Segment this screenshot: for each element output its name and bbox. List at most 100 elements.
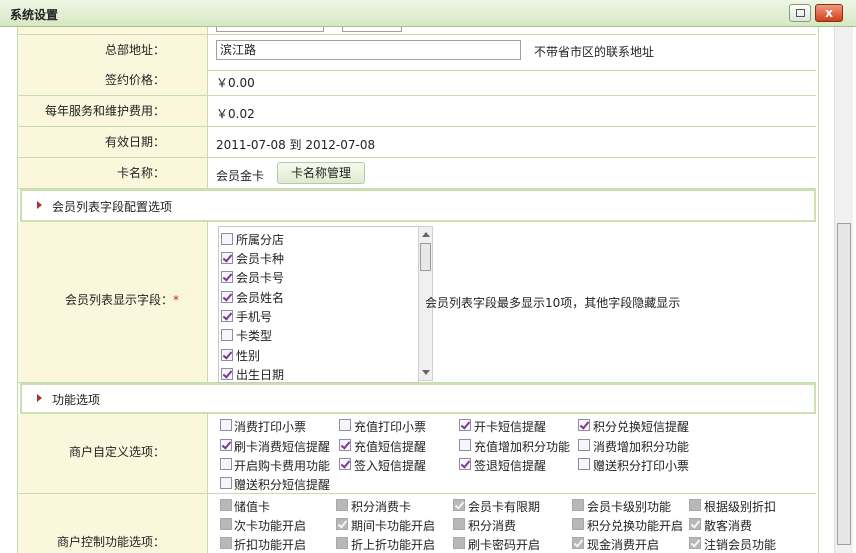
member-fields-row: 会员列表显示字段：* 所属分店 会员卡种 会员卡号 会员姓名 手机号 卡类型 性… [18,222,816,383]
option-checkbox-9[interactable] [339,458,351,470]
address-input[interactable]: 滨江路 [216,40,521,60]
control-checkbox-3[interactable] [572,499,584,511]
valid-date-label: 有效日期： [18,127,208,157]
expand-arrow-icon [37,394,42,402]
section-functions[interactable]: 功能选项 [20,383,816,414]
fee-row: 每年服务和维护费用： ￥0.02 [18,96,816,127]
control-label-14: 注销会员功能 [704,538,777,552]
control-checkbox-10[interactable] [220,537,232,549]
card-name-value: 会员金卡 [216,169,265,183]
partial-select-1[interactable] [216,27,324,32]
field-checkbox-1[interactable] [221,252,233,264]
fee-value: ￥0.02 [216,107,255,121]
control-checkbox-9[interactable] [689,518,701,530]
option-label-3: 积分兑换短信提醒 [593,420,690,434]
option-checkbox-11[interactable] [578,458,590,470]
control-checkbox-4[interactable] [689,499,701,511]
field-checkbox-7[interactable] [221,368,233,380]
option-checkbox-3[interactable] [578,419,590,431]
option-checkbox-7[interactable] [578,439,590,451]
page-scroll-thumb[interactable] [837,223,851,545]
option-label-2: 开卡短信提醒 [474,420,547,434]
control-checkbox-5[interactable] [220,518,232,530]
control-label-12: 刷卡密码开启 [468,538,541,552]
field-label-1: 会员卡种 [236,252,285,266]
member-fields-label-cell: 会员列表显示字段：* [18,222,208,382]
window-title: 系统设置 [10,8,59,22]
control-label-11: 折上折功能开启 [351,538,436,552]
merchant-options-label: 商户自定义选项： [18,414,208,493]
price-row: 签约价格： ￥0.00 [18,65,816,96]
option-checkbox-1[interactable] [339,419,351,431]
field-checkbox-0[interactable] [221,233,233,245]
control-checkbox-2[interactable] [453,499,465,511]
fee-label: 每年服务和维护费用： [18,96,208,126]
scroll-down-icon[interactable] [422,370,430,375]
control-label-1: 积分消费卡 [351,500,412,514]
option-label-10: 签退短信提醒 [474,459,547,473]
control-label-4: 根据级别折扣 [704,500,777,514]
option-label-11: 赠送积分打印小票 [593,459,690,473]
option-checkbox-4[interactable] [220,439,232,451]
control-label-5: 次卡功能开启 [234,519,307,533]
member-fields-listbox[interactable]: 所属分店 会员卡种 会员卡号 会员姓名 手机号 卡类型 性别 出生日期 [218,226,419,383]
option-label-8: 开启购卡费用功能 [234,459,331,473]
control-checkbox-14[interactable] [689,537,701,549]
option-checkbox-0[interactable] [220,419,232,431]
member-fields-note: 会员列表字段最多显示10项，其他字段隐藏显示 [425,296,681,310]
control-checkbox-12[interactable] [453,537,465,549]
control-label-2: 会员卡有限期 [468,500,541,514]
restore-icon[interactable] [789,4,811,22]
page-scrollbar[interactable] [834,27,853,553]
control-label-0: 储值卡 [234,500,271,514]
option-label-4: 刷卡消费短信提醒 [234,440,331,454]
section-functions-title: 功能选项 [52,393,101,407]
control-checkbox-6[interactable] [336,518,348,530]
control-label-10: 折扣功能开启 [234,538,307,552]
control-checkbox-13[interactable] [572,537,584,549]
control-checkbox-11[interactable] [336,537,348,549]
control-label-9: 散客消费 [704,519,753,533]
field-label-4: 手机号 [236,310,273,324]
close-icon[interactable]: x [815,4,843,22]
section-member-list[interactable]: 会员列表字段配置选项 [20,189,816,222]
control-label-6: 期间卡功能开启 [351,519,436,533]
expand-arrow-icon [37,201,42,209]
option-checkbox-2[interactable] [459,419,471,431]
option-label-1: 充值打印小票 [354,420,427,434]
control-label-7: 积分消费 [468,519,517,533]
field-checkbox-3[interactable] [221,291,233,303]
member-fields-label: 会员列表显示字段： [64,293,173,307]
field-checkbox-6[interactable] [221,349,233,361]
option-label-6: 充值增加积分功能 [474,440,571,454]
control-checkbox-1[interactable] [336,499,348,511]
title-bar: 系统设置 x [0,0,856,27]
control-checkbox-8[interactable] [572,518,584,530]
card-name-manage-button[interactable]: 卡名称管理 [277,162,365,184]
option-checkbox-10[interactable] [459,458,471,470]
field-checkbox-4[interactable] [221,310,233,322]
merchant-control-row: 商户控制功能选项： 储值卡 积分消费卡 会员卡有限期 会员卡级别功能 根据级别折… [18,494,816,553]
merchant-options-row: 商户自定义选项： 消费打印小票 充值打印小票 开卡短信提醒 积分兑换短信提醒 刷… [18,414,816,494]
partial-row-label [18,27,208,34]
valid-date-value: 2011-07-08 到 2012-07-08 [216,138,376,152]
field-label-2: 会员卡号 [236,271,285,285]
option-checkbox-8[interactable] [220,458,232,470]
control-label-3: 会员卡级别功能 [587,500,672,514]
listbox-scroll-thumb[interactable] [420,243,431,271]
partial-select-2[interactable] [342,27,402,32]
price-value: ￥0.00 [216,76,255,90]
merchant-control-label: 商户控制功能选项： [18,494,208,553]
option-checkbox-6[interactable] [459,439,471,451]
section-member-list-title: 会员列表字段配置选项 [52,200,173,214]
option-checkbox-12[interactable] [220,477,232,489]
price-label: 签约价格： [18,65,208,95]
scroll-up-icon[interactable] [422,232,430,237]
control-checkbox-7[interactable] [453,518,465,530]
field-checkbox-5[interactable] [221,329,233,341]
control-checkbox-0[interactable] [220,499,232,511]
address-hint: 不带省市区的联系地址 [534,45,655,59]
option-checkbox-5[interactable] [339,439,351,451]
field-checkbox-2[interactable] [221,271,233,283]
field-label-3: 会员姓名 [236,291,285,305]
